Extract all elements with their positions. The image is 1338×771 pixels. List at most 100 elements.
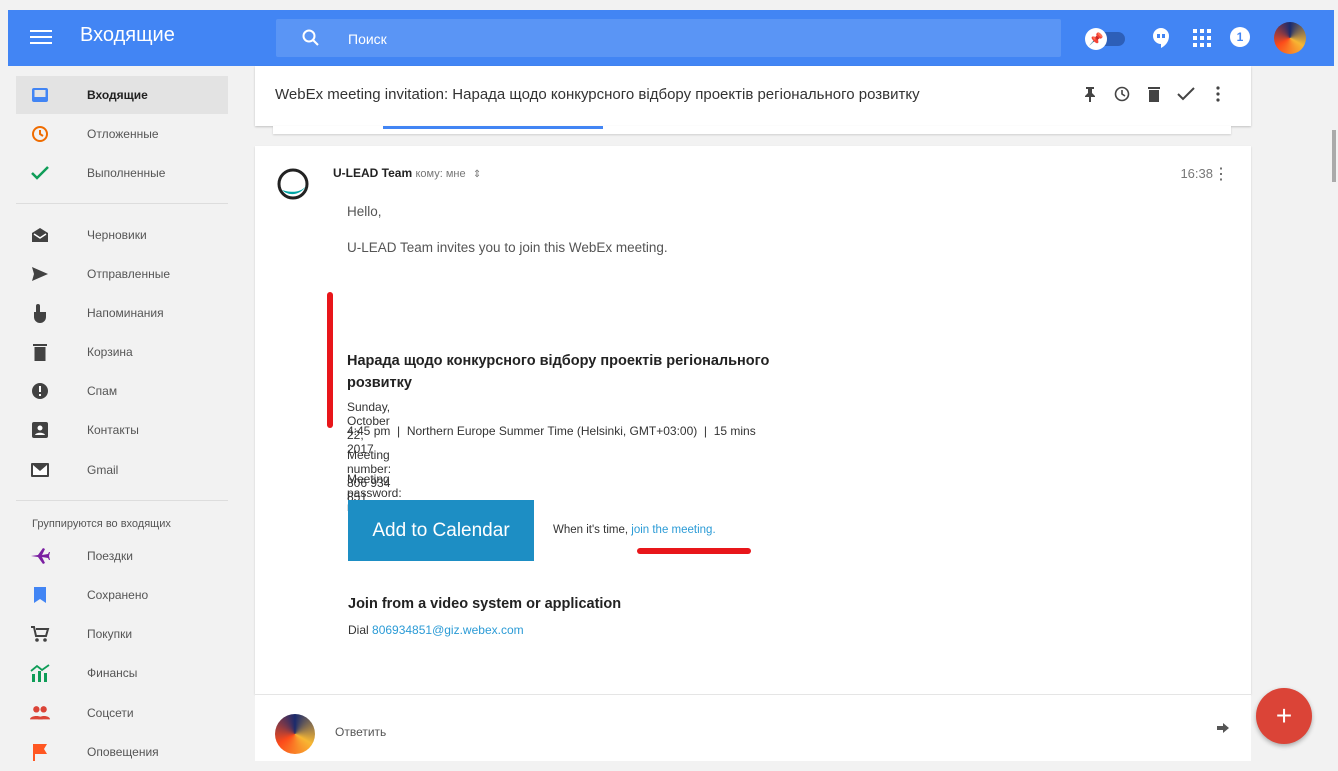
bookmark-icon [30,586,50,604]
contacts-icon [30,421,50,439]
clock-icon [30,125,50,143]
more-vert-icon[interactable] [1209,84,1227,104]
main-content: WebEx meeting invitation: Нарада щодо ко… [255,66,1251,761]
reply-placeholder[interactable]: Ответить [335,725,386,739]
thread-subject: WebEx meeting invitation: Нарада щодо ко… [275,86,920,103]
top-app-bar: Входящие 📌 1 [8,10,1334,66]
sidebar-item-saved[interactable]: Сохранено [16,576,228,614]
sidebar: Входящие Отложенные Выполненные Черновик… [8,66,248,761]
reply-bar[interactable]: Ответить [255,694,1251,761]
sidebar-item-drafts[interactable]: Черновики [16,216,228,254]
trash-icon [30,343,50,361]
sidebar-item-label: Поездки [87,549,133,563]
sidebar-item-social[interactable]: Соцсети [16,694,228,732]
gmail-icon [30,461,50,479]
sidebar-divider [16,203,228,204]
sidebar-item-label: Отложенные [87,127,159,141]
sidebar-item-gmail[interactable]: Gmail [16,451,228,489]
sidebar-item-label: Корзина [87,345,133,359]
pin-icon[interactable] [1081,84,1099,104]
search-box[interactable] [276,19,1061,57]
reminder-icon [30,304,50,323]
people-icon [30,704,50,722]
recipient-label: кому: мне [415,168,466,180]
sidebar-item-finance[interactable]: Финансы [16,654,228,692]
email-message: U-LEAD Team кому: мне ⇕ 16:38 ⋮ Hello, U… [255,146,1251,694]
sidebar-item-spam[interactable]: Спам [16,372,228,410]
inbox-icon [30,86,50,104]
hangouts-icon[interactable] [1151,27,1171,49]
sidebar-item-purchases[interactable]: Покупки [16,615,228,653]
flag-icon [30,743,50,761]
sidebar-item-label: Входящие [87,88,148,102]
sidebar-item-snoozed[interactable]: Отложенные [16,115,228,153]
snooze-clock-icon[interactable] [1113,84,1131,104]
dial-prefix: Dial [348,623,369,637]
add-to-calendar-button[interactable]: Add to Calendar [348,500,534,561]
send-icon [30,265,50,283]
trash-icon[interactable] [1145,84,1163,104]
sidebar-item-label: Отправленные [87,267,171,281]
sender-avatar [277,168,309,200]
sidebar-item-label: Финансы [87,666,138,680]
search-icon[interactable] [301,28,321,48]
annotation-red-underline [637,548,751,554]
check-icon [30,164,50,182]
sidebar-item-contacts[interactable]: Контакты [16,411,228,449]
sidebar-item-trips[interactable]: Поездки [16,537,228,575]
group-section-title: Группируются во входящих [32,518,171,530]
dial-line: Dial 806934851@giz.webex.com [348,623,524,637]
sidebar-item-trash[interactable]: Корзина [16,333,228,371]
scrollbar-thumb[interactable] [1332,130,1336,182]
sidebar-item-label: Выполненные [87,166,166,180]
apps-grid-icon[interactable] [1193,29,1211,47]
app-title: Входящие [80,24,175,46]
greeting-text: Hello, [347,204,382,219]
cart-icon [30,625,50,643]
sender-name: U-LEAD Team [333,166,413,180]
sidebar-item-label: Контакты [87,423,139,437]
sidebar-divider [16,500,228,501]
sidebar-item-sent[interactable]: Отправленные [16,255,228,293]
sidebar-item-label: Напоминания [87,306,164,320]
collapsed-messages-bar[interactable] [273,126,1231,134]
sidebar-item-label: Соцсети [87,706,134,720]
user-avatar [275,714,315,754]
mark-done-icon[interactable] [1177,84,1195,104]
thread-header: WebEx meeting invitation: Нарада щодо ко… [255,66,1251,126]
sidebar-item-label: Gmail [87,463,119,477]
plane-icon [30,547,50,565]
search-input[interactable] [346,26,1000,52]
pin-toggle[interactable]: 📌 [1085,28,1127,50]
notification-badge[interactable]: 1 [1230,27,1250,47]
compose-fab-button[interactable]: + [1256,688,1312,744]
sidebar-item-label: Оповещения [87,745,159,759]
menu-icon[interactable] [30,26,52,50]
join-prefix: When it's time, [553,524,629,536]
sidebar-item-inbox[interactable]: Входящие [16,76,228,114]
sidebar-item-notifications[interactable]: Оповещения [16,733,228,771]
drafts-icon [30,226,50,244]
account-avatar[interactable] [1274,22,1306,54]
message-time: 16:38 [1180,166,1213,181]
annotation-red-bar [327,292,333,428]
details-chevron-icon[interactable]: ⇕ [473,169,481,180]
pin-icon: 📌 [1085,28,1107,50]
message-more-icon[interactable]: ⋮ [1213,164,1229,184]
sender-line[interactable]: U-LEAD Team кому: мне ⇕ [333,166,481,180]
thread-actions [1081,84,1227,104]
sidebar-item-label: Сохранено [87,588,149,602]
sidebar-item-done[interactable]: Выполненные [16,154,228,192]
sidebar-item-label: Черновики [87,228,147,242]
sidebar-item-label: Покупки [87,627,133,641]
meeting-time: 4:45 pm | Northern Europe Summer Time (H… [347,424,756,438]
join-meeting-link[interactable]: join the meeting. [631,524,715,536]
forward-arrow-icon[interactable] [1217,723,1229,733]
finance-icon [30,664,50,682]
meeting-title: Нарада щодо конкурсного відбору проектів… [347,353,770,391]
video-section-title: Join from a video system or application [348,596,622,612]
dial-address-link[interactable]: 806934851@giz.webex.com [372,623,524,637]
spam-icon [30,382,50,400]
sidebar-item-reminders[interactable]: Напоминания [16,294,228,332]
join-line: When it's time, join the meeting. [553,524,716,536]
